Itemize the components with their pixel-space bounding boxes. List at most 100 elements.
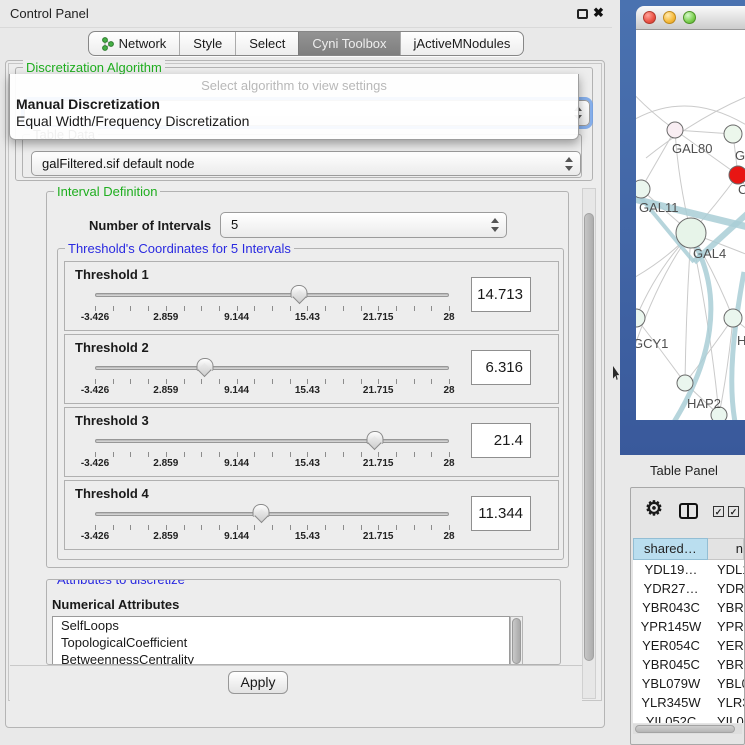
- table-row[interactable]: YPR145WYPR1: [633, 617, 744, 636]
- node-gal11[interactable]: [636, 180, 650, 198]
- apply-button[interactable]: Apply: [228, 671, 288, 694]
- dropdown-item-equal-width-frequency-discretization[interactable]: Equal Width/Frequency Discretization: [16, 113, 249, 129]
- cell-name[interactable]: YIL0: [709, 712, 744, 723]
- cell-shared-name[interactable]: YPR145W: [633, 617, 709, 636]
- column-header-name[interactable]: n: [708, 538, 744, 560]
- numerical-attributes-label: Numerical Attributes: [52, 597, 179, 612]
- top-tab-bar: NetworkStyle Select Cyni ToolboxjActiveMNo…: [0, 31, 612, 56]
- cell-shared-name[interactable]: YBR045C: [633, 655, 709, 674]
- table-panel-body: ⚙ ✓ ✓ shared… n YDL19…YDL1YDR27…YDR2YBR0…: [630, 487, 745, 745]
- slider-track[interactable]: [95, 512, 449, 516]
- cell-shared-name[interactable]: YDR27…: [633, 579, 709, 598]
- network-window-titlebar: [636, 6, 745, 30]
- table-rows: YDL19…YDL1YDR27…YDR2YBR043CYBR0YPR145WYP…: [633, 560, 744, 723]
- cell-name[interactable]: YLR3: [709, 693, 744, 712]
- slider-thumb-icon[interactable]: [291, 285, 308, 305]
- threshold-slider[interactable]: [95, 287, 449, 303]
- attribute-item-topologicalcoefficient[interactable]: TopologicalCoefficient: [53, 634, 509, 651]
- table-row[interactable]: YIL052CYIL0: [633, 712, 744, 723]
- node-label-ga: GA: [735, 148, 745, 163]
- node-pink[interactable]: [667, 122, 683, 138]
- table-row[interactable]: YDR27…YDR2: [633, 579, 744, 598]
- number-of-intervals-combobox[interactable]: 5: [220, 212, 507, 238]
- gear-icon[interactable]: ⚙: [645, 498, 663, 520]
- close-traffic-light-icon[interactable]: [643, 11, 656, 24]
- tab-select[interactable]: Select: [235, 32, 298, 55]
- threshold-value-field[interactable]: 6.316: [471, 350, 531, 385]
- slider-scale-label: -3.426: [81, 531, 109, 542]
- cell-name[interactable]: YBR0: [709, 655, 744, 674]
- slider-scale-label: 2.859: [153, 531, 178, 542]
- threshold-value-field[interactable]: 11.344: [471, 496, 531, 531]
- table-row[interactable]: YBL079WYBL0: [633, 674, 744, 693]
- table-data-combobox[interactable]: galFiltered.sif default node: [31, 151, 581, 176]
- table-row[interactable]: YLR345WYLR3: [633, 693, 744, 712]
- slider-thumb-icon[interactable]: [366, 431, 383, 451]
- node-h[interactable]: [724, 309, 742, 327]
- threshold-slider[interactable]: [95, 433, 449, 449]
- cell-name[interactable]: YDR2: [709, 579, 744, 598]
- slider-scale-label: 9.144: [224, 385, 249, 396]
- tab-jactivemnodules[interactable]: jActiveMNodules: [400, 32, 524, 55]
- threshold-value-field[interactable]: 21.4: [471, 423, 531, 458]
- slider-scale-label: 21.715: [363, 458, 394, 469]
- table-row[interactable]: YDL19…YDL1: [633, 560, 744, 579]
- column-header-shared-name[interactable]: shared…: [633, 538, 708, 560]
- slider-thumb-icon[interactable]: [253, 504, 270, 524]
- slider-scale-labels: -3.4262.8599.14415.4321.71528: [95, 531, 449, 543]
- table-panel-title: Table Panel: [650, 463, 718, 478]
- slider-track[interactable]: [95, 293, 449, 297]
- attribute-item-selfloops[interactable]: SelfLoops: [53, 617, 509, 634]
- cell-shared-name[interactable]: YER054C: [633, 636, 709, 655]
- dropdown-item-manual-discretization[interactable]: Manual Discretization: [16, 96, 160, 112]
- checkbox-icon[interactable]: ✓: [713, 506, 724, 517]
- threshold-label: Threshold 4: [75, 486, 149, 501]
- checkbox-icon[interactable]: ✓: [728, 506, 739, 517]
- cell-shared-name[interactable]: YBR043C: [633, 598, 709, 617]
- minimize-traffic-light-icon[interactable]: [663, 11, 676, 24]
- table-row[interactable]: YBR045CYBR0: [633, 655, 744, 674]
- node-hap2[interactable]: [677, 375, 693, 391]
- table-row[interactable]: YBR043CYBR0: [633, 598, 744, 617]
- zoom-traffic-light-icon[interactable]: [683, 11, 696, 24]
- scrollbar-thumb[interactable]: [512, 618, 521, 664]
- cell-name[interactable]: YDL1: [709, 560, 744, 579]
- network-view-window: GAL80GAGAL11CGAL4GCY1HHAP2: [620, 0, 745, 455]
- cell-name[interactable]: YPR1: [709, 617, 744, 636]
- columns-icon[interactable]: [679, 503, 698, 519]
- close-icon[interactable]: ✖: [593, 5, 604, 21]
- tab-style[interactable]: Style: [179, 32, 235, 55]
- table-horizontal-scrollbar[interactable]: [633, 724, 742, 734]
- scrollbar-thumb[interactable]: [584, 213, 594, 661]
- table-row[interactable]: YER054CYER0: [633, 636, 744, 655]
- cell-shared-name[interactable]: YLR345W: [633, 693, 709, 712]
- table-panel: Table Panel ⚙ ✓ ✓ shared… n YDL19…YDL1YD…: [612, 455, 745, 745]
- attribute-item-betweennesscentrality[interactable]: BetweennessCentrality: [53, 651, 509, 665]
- cell-name[interactable]: YBR0: [709, 598, 744, 617]
- settings-scrollbar[interactable]: [582, 188, 596, 699]
- node-gal4[interactable]: [676, 218, 706, 248]
- slider-thumb-icon[interactable]: [196, 358, 213, 378]
- threshold-slider[interactable]: [95, 506, 449, 522]
- attributes-list-scrollbar[interactable]: [510, 616, 523, 665]
- threshold-value-field[interactable]: 14.713: [471, 277, 531, 312]
- threshold-label: Threshold 2: [75, 340, 149, 355]
- tab-cyni-toolbox[interactable]: Cyni Toolbox: [298, 32, 399, 55]
- slider-track[interactable]: [95, 439, 449, 443]
- network-canvas[interactable]: GAL80GAGAL11CGAL4GCY1HHAP2: [636, 30, 745, 420]
- cell-shared-name[interactable]: YBL079W: [633, 674, 709, 693]
- tab-network[interactable]: Network: [89, 32, 180, 55]
- slider-scale-label: 2.859: [153, 312, 178, 323]
- numerical-attributes-list[interactable]: SelfLoopsTopologicalCoefficientBetweenne…: [52, 616, 510, 665]
- float-window-icon[interactable]: [577, 9, 588, 19]
- scrollbar-thumb[interactable]: [635, 725, 735, 733]
- cell-shared-name[interactable]: YDL19…: [633, 560, 709, 579]
- tab-label: Select: [249, 36, 285, 51]
- cell-name[interactable]: YER0: [709, 636, 744, 655]
- threshold-slider[interactable]: [95, 360, 449, 376]
- node-green-tr[interactable]: [724, 125, 742, 143]
- cell-name[interactable]: YBL0: [709, 674, 744, 693]
- node-gcy1[interactable]: [636, 309, 645, 327]
- slider-track[interactable]: [95, 366, 449, 370]
- cell-shared-name[interactable]: YIL052C: [633, 712, 709, 723]
